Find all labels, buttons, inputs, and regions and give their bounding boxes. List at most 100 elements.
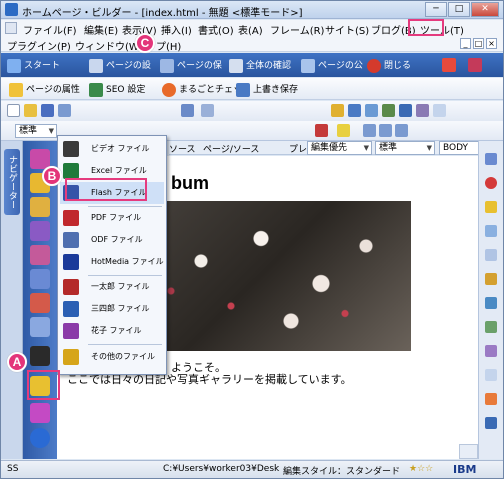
file-icon-highlight <box>27 370 60 400</box>
ichitaro-file-icon <box>63 279 79 295</box>
seo-icon <box>89 82 103 97</box>
start-icon <box>7 58 21 73</box>
menu-insert[interactable]: 挿入(I) <box>161 22 192 37</box>
add-icon[interactable] <box>30 428 50 448</box>
link-icon[interactable] <box>30 197 50 217</box>
pencil-icon[interactable] <box>331 104 344 117</box>
start-button[interactable]: スタート <box>7 58 60 73</box>
navigator-tab[interactable]: ナビゲーター <box>4 149 20 215</box>
grid-icon[interactable] <box>485 369 497 381</box>
tab-source[interactable]: ソース <box>169 142 196 155</box>
record-icon[interactable] <box>485 177 497 189</box>
scroll-corner[interactable] <box>459 444 478 459</box>
minimize-button[interactable]: ─ <box>425 2 447 17</box>
preview-all-button[interactable]: 全体の確認 <box>229 58 291 73</box>
frame-icon[interactable] <box>30 269 50 289</box>
menu-item-odf[interactable]: ODF ファイル <box>60 229 164 251</box>
other-file-icon <box>63 349 79 365</box>
info-icon[interactable] <box>485 417 497 429</box>
help-icon[interactable] <box>442 58 456 72</box>
style-icon[interactable] <box>485 345 497 357</box>
tree-icon[interactable] <box>485 321 497 333</box>
brush-icon[interactable] <box>30 346 50 366</box>
table-icon[interactable] <box>201 104 214 117</box>
app-icon <box>5 3 18 16</box>
menu-item-hotmedia[interactable]: HotMedia ファイル <box>60 251 164 273</box>
ibm-logo: IBM <box>453 463 477 476</box>
align-right-icon[interactable] <box>395 124 408 137</box>
close-page-button[interactable]: 閉じる <box>367 58 411 73</box>
menu-item-sanshiro[interactable]: 三四郎 ファイル <box>60 298 164 320</box>
mdi-restore-button[interactable]: □ <box>473 38 484 49</box>
rating-stars: ★☆☆ <box>409 464 434 474</box>
menu-site[interactable]: サイト(S) <box>325 22 369 37</box>
mdi-minimize-button[interactable]: _ <box>460 38 471 49</box>
image-icon[interactable] <box>365 104 378 117</box>
pdf-file-icon <box>63 210 79 226</box>
menu-item-pdf[interactable]: PDF ファイル <box>60 207 164 229</box>
menu-edit[interactable]: 編集(E) <box>84 22 118 37</box>
disk-icon <box>236 82 250 97</box>
form-icon[interactable] <box>348 104 361 117</box>
status-path: C:¥Users¥worker03¥Desk <box>163 464 280 474</box>
page-settings-icon <box>89 58 103 73</box>
browser-icon[interactable] <box>485 249 497 261</box>
edit-priority-select[interactable]: 編集優先 <box>307 141 372 155</box>
anchor-icon[interactable] <box>416 104 429 117</box>
menu-format[interactable]: 書式(O) <box>198 22 234 37</box>
list-icon[interactable] <box>181 104 194 117</box>
table-icon[interactable] <box>30 221 50 241</box>
page-properties-button[interactable]: ページの属性 <box>9 82 80 97</box>
overwrite-save-button[interactable]: 上書き保存 <box>236 82 298 97</box>
media-icon[interactable] <box>30 293 50 313</box>
align-left-icon[interactable] <box>363 124 376 137</box>
menu-table[interactable]: 表(A) <box>238 22 263 37</box>
layout-icon[interactable] <box>30 317 50 337</box>
print-icon[interactable] <box>58 104 71 117</box>
chart-icon[interactable] <box>382 104 395 117</box>
menu-help[interactable]: プ(H) <box>156 38 181 53</box>
menu-item-other[interactable]: その他のファイル <box>60 346 164 368</box>
widget-icon[interactable] <box>30 403 50 423</box>
menu-frame[interactable]: フレーム(R) <box>270 22 324 37</box>
callout-c: C <box>135 33 155 53</box>
font-color-icon[interactable] <box>315 124 328 137</box>
mdi-close-button[interactable]: × <box>486 38 497 49</box>
highlight-icon[interactable] <box>337 124 350 137</box>
folder-icon[interactable] <box>485 201 497 213</box>
link-icon[interactable] <box>399 104 412 117</box>
page-settings-button[interactable]: ページの設 <box>89 58 151 73</box>
form-icon[interactable] <box>30 245 50 265</box>
layout-icon[interactable] <box>433 104 446 117</box>
clip-icon[interactable] <box>485 273 497 285</box>
new-file-icon[interactable] <box>7 104 20 117</box>
odf-file-icon <box>63 232 79 248</box>
menu-item-ichitaro[interactable]: 一太郎 ファイル <box>60 276 164 298</box>
menu-window[interactable]: ウィンドウ(W) <box>75 38 143 53</box>
menu-item-hanako[interactable]: 花子 ファイル <box>60 320 164 342</box>
paragraph-style-select[interactable]: 標準 <box>15 124 57 138</box>
open-folder-icon[interactable] <box>24 104 37 117</box>
page-save-button[interactable]: ページの保 <box>160 58 222 73</box>
publish-button[interactable]: ページの公 <box>301 58 363 73</box>
close-button[interactable]: ✕ <box>471 2 499 17</box>
font-select[interactable]: 標準 <box>375 141 435 155</box>
tab-preview[interactable]: プレ <box>289 142 307 155</box>
menu-file[interactable]: ファイル(F) <box>23 22 77 37</box>
insert-menu-highlight <box>408 19 444 36</box>
main-toolbar: スタート ページの設 ページの保 全体の確認 ページの公 閉じる <box>1 53 503 77</box>
tab-page-source[interactable]: ページ/ソース <box>203 142 259 155</box>
edit-icon[interactable] <box>485 393 497 405</box>
align-center-icon[interactable] <box>379 124 392 137</box>
panel-icon[interactable] <box>485 153 497 165</box>
maximize-button[interactable]: □ <box>448 2 470 17</box>
doc-icon <box>5 22 17 34</box>
seo-settings-button[interactable]: SEO 設定 <box>89 82 145 97</box>
standard-toolbar <box>1 101 503 121</box>
menu-plugin[interactable]: プラグイン(P) <box>7 38 71 53</box>
save-icon[interactable] <box>41 104 54 117</box>
menu-item-video[interactable]: ビデオ ファイル <box>60 138 164 160</box>
code-icon[interactable] <box>485 297 497 309</box>
book-icon[interactable] <box>468 58 482 72</box>
preview-icon[interactable] <box>485 225 497 237</box>
